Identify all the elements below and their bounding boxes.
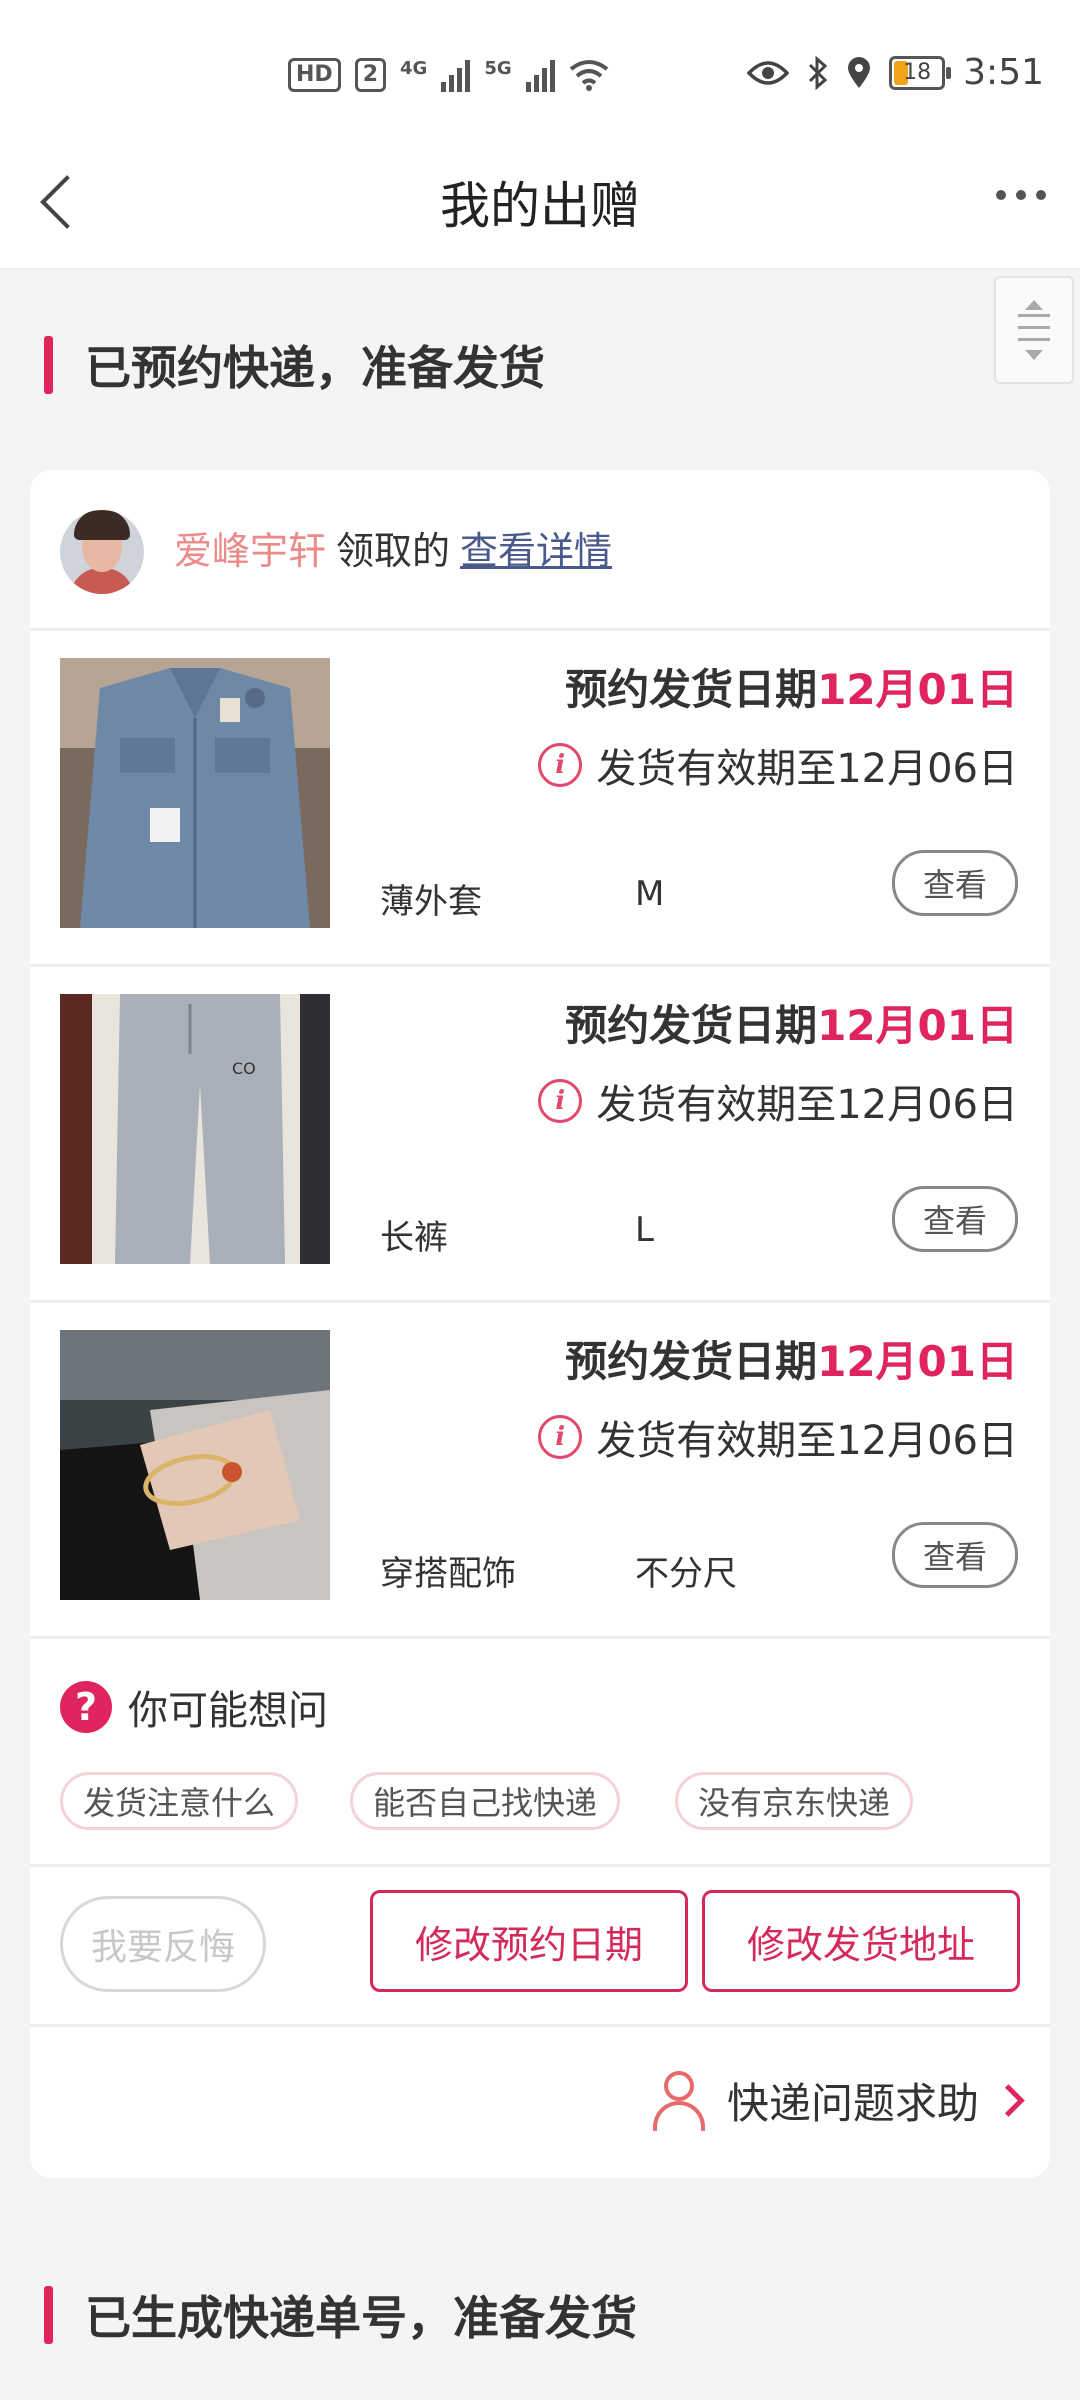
more-button[interactable]: [996, 190, 1046, 200]
change-address-button[interactable]: 修改发货地址: [702, 1890, 1020, 1992]
network-4g-label: 4G: [400, 58, 428, 79]
scroll-float-button[interactable]: [994, 276, 1074, 384]
faq-chip[interactable]: 能否自己找快递: [350, 1772, 621, 1830]
view-button[interactable]: 查看: [892, 850, 1018, 916]
list-item: 预约发货日期12月01日 i 发货有效期至12月06日 薄外套 M 查看: [30, 628, 1050, 967]
view-button[interactable]: 查看: [892, 1522, 1018, 1588]
list-item: 预约发货日期12月01日 i 发货有效期至12月06日 穿搭配饰 不分尺 查看: [30, 1300, 1050, 1639]
section-title-text: 已生成快递单号，准备发货: [85, 2291, 637, 2345]
faq-section: ? 你可能想问 发货注意什么 能否自己找快递 没有京东快递: [30, 1634, 1050, 1867]
section-title-tracking: 已生成快递单号，准备发货: [44, 2282, 637, 2348]
page-title: 我的出赠: [440, 177, 640, 235]
courier-help-link[interactable]: 快递问题求助: [651, 2070, 1025, 2131]
faq-chip[interactable]: 没有京东快递: [675, 1772, 914, 1830]
sim-badge: 2: [354, 58, 386, 92]
ship-date: 预约发货日期12月01日: [565, 1328, 1018, 1389]
info-icon: i: [538, 1415, 583, 1459]
validity-text: 发货有效期至12月06日: [596, 746, 1018, 792]
claimed-label: 领取的: [336, 529, 451, 573]
validity-text: 发货有效期至12月06日: [596, 1082, 1018, 1128]
ship-date: 预约发货日期12月01日: [565, 656, 1018, 717]
hd-badge: HD: [288, 58, 341, 92]
section-accent-bar: [44, 336, 53, 394]
claimer-name[interactable]: 爱峰宇轩: [174, 529, 326, 573]
ship-date-label: 预约发货日期: [565, 1001, 818, 1050]
nav-bar: 我的出赠: [0, 150, 1080, 269]
info-icon: i: [538, 1079, 583, 1123]
clock: 3:51: [963, 52, 1044, 93]
item-name: 长裤: [380, 1218, 448, 1258]
faq-title-text: 你可能想问: [128, 1688, 328, 1734]
svg-text:CO: CO: [232, 1059, 256, 1078]
courier-help-label: 快递问题求助: [726, 2079, 979, 2128]
triangle-down-icon: [1025, 350, 1043, 360]
validity-text: 发货有效期至12月06日: [596, 1418, 1018, 1464]
ship-date-value: 12月01日: [817, 1001, 1018, 1050]
action-bar: 我要反悔 修改预约日期 修改发货地址: [30, 1864, 1050, 2027]
card-header: 爱峰宇轩 领取的 查看详情: [30, 470, 1050, 631]
question-icon: ?: [60, 1681, 112, 1733]
section-title-booked: 已预约快递，准备发货: [44, 332, 545, 398]
claim-info: 爱峰宇轩 领取的 查看详情: [174, 520, 612, 575]
item-name: 穿搭配饰: [380, 1554, 516, 1594]
denim-jacket-image[interactable]: [60, 658, 330, 928]
donation-card: 爱峰宇轩 领取的 查看详情 预约发货日期12月01日 i 发货有效期至12月06日 薄…: [30, 470, 1050, 2178]
gray-pants-image[interactable]: CO: [60, 994, 330, 1264]
status-left: HD 2 4G 5G: [288, 58, 609, 92]
chevron-right-icon: [992, 2084, 1025, 2117]
ship-date-label: 预约发货日期: [565, 1337, 818, 1386]
signal-icon: [441, 58, 471, 92]
view-button[interactable]: 查看: [892, 1186, 1018, 1252]
ship-date: 预约发货日期12月01日: [565, 992, 1018, 1053]
eye-icon: [747, 60, 790, 85]
section-title-text: 已预约快递，准备发货: [85, 341, 545, 395]
person-icon: [651, 2070, 705, 2131]
regret-button[interactable]: 我要反悔: [60, 1896, 266, 1992]
avatar[interactable]: [60, 510, 144, 594]
bluetooth-icon: [809, 55, 828, 90]
item-name: 薄外套: [380, 882, 482, 922]
ship-validity: i 发货有效期至12月06日: [538, 1072, 1018, 1130]
battery-icon: 18: [889, 55, 952, 90]
signal-icon-2: [525, 58, 555, 92]
ship-date-value: 12月01日: [817, 665, 1018, 714]
item-size: L: [635, 1210, 654, 1250]
ship-validity: i 发货有效期至12月06日: [538, 736, 1018, 794]
list-item: CO 预约发货日期12月01日 i 发货有效期至12月06日 长裤 L 查看: [30, 964, 1050, 1303]
location-icon: [848, 56, 871, 88]
help-row: 快递问题求助: [30, 2024, 1050, 2178]
wifi-icon: [569, 60, 608, 91]
item-size: M: [635, 874, 665, 914]
battery-level: 18: [903, 59, 932, 85]
view-details-link[interactable]: 查看详情: [460, 529, 612, 573]
ship-validity: i 发货有效期至12月06日: [538, 1408, 1018, 1466]
bracelet-image[interactable]: [60, 1330, 330, 1600]
network-5g-label: 5G: [484, 58, 512, 79]
faq-title: ? 你可能想问: [60, 1678, 328, 1736]
status-bar: HD 2 4G 5G 18 3:51: [0, 0, 1080, 150]
faq-chip[interactable]: 发货注意什么: [60, 1772, 299, 1830]
status-right: 18 3:51: [747, 52, 1044, 93]
section-accent-bar: [44, 2286, 53, 2344]
info-icon: i: [538, 743, 583, 787]
change-date-button[interactable]: 修改预约日期: [370, 1890, 688, 1992]
item-size: 不分尺: [635, 1554, 737, 1594]
triangle-up-icon: [1025, 300, 1043, 310]
ship-date-value: 12月01日: [817, 1337, 1018, 1386]
ship-date-label: 预约发货日期: [565, 665, 818, 714]
